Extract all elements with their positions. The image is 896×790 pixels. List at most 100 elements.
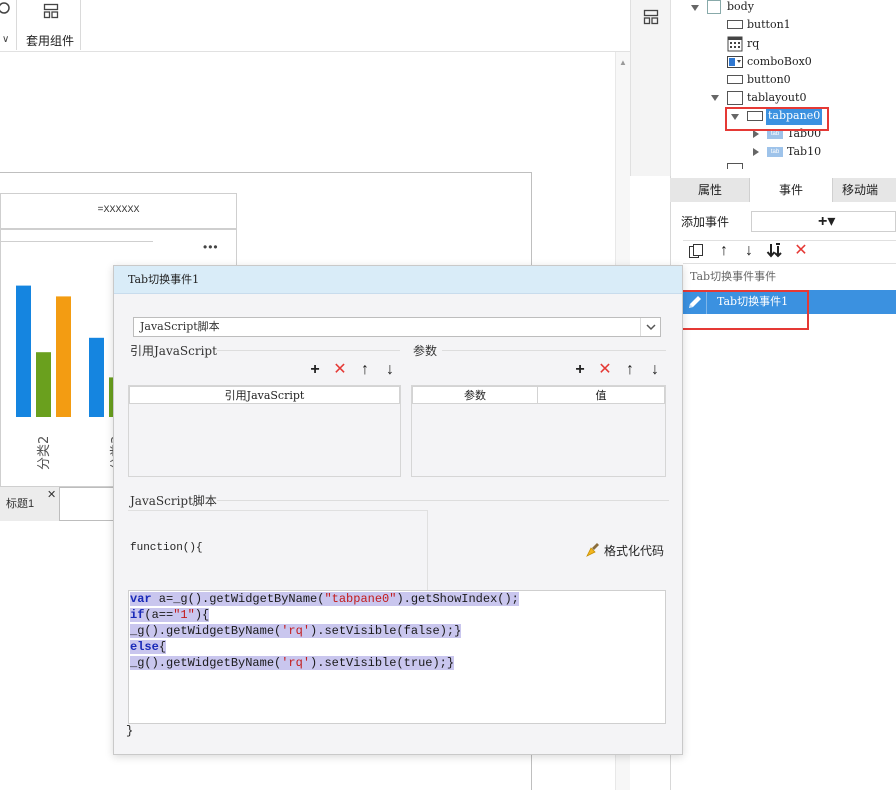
function-header: function(){ (130, 542, 203, 554)
tree-item-tab10[interactable]: Tab10 (787, 143, 821, 161)
params-section-title: 参数 (413, 344, 438, 358)
body-icon (707, 0, 721, 14)
broom-icon[interactable] (585, 542, 601, 561)
delete-event-icon[interactable]: ✕ (792, 242, 810, 260)
code-token: (a== (144, 608, 174, 622)
add-param-icon[interactable]: + (571, 361, 589, 379)
code-token: );} (432, 656, 455, 670)
chevron-down-icon[interactable] (640, 318, 660, 336)
collapse-arrow-icon[interactable] (711, 95, 719, 101)
param-name-column-header: 参数 (412, 386, 538, 404)
code-token: { (158, 640, 167, 654)
toolbar-divider (16, 0, 17, 50)
delete-ref-js-icon[interactable]: ✕ (331, 361, 349, 379)
move-down-icon[interactable]: ↓ (740, 242, 758, 260)
code-token: else (130, 640, 159, 654)
tab-mobile[interactable]: 移动端 (834, 178, 896, 202)
code-token: a=_g().getWidgetByName( (151, 592, 325, 606)
add-ref-js-icon[interactable]: + (306, 361, 324, 379)
highlight-event-item (671, 290, 809, 330)
expand-arrow-icon[interactable] (753, 130, 759, 138)
chevron-down-icon[interactable]: ∨ (2, 34, 9, 45)
script-section-title: JavaScript脚本 (130, 494, 217, 508)
toolbar-partial-icon[interactable] (0, 0, 16, 20)
section-divider (217, 500, 669, 501)
designer-toolbar: ∨ 套用组件 (0, 0, 630, 52)
delete-param-icon[interactable]: ✕ (596, 361, 614, 379)
tree-item-tablayout0[interactable]: tablayout0 (747, 89, 806, 107)
move-down-icon[interactable]: ↓ (646, 361, 664, 379)
tab-properties[interactable]: 属性 (672, 178, 748, 202)
code-line: if(a=="1"){ (130, 607, 210, 623)
code-line: _g().getWidgetByName('rq').setVisible(tr… (130, 655, 455, 671)
tree-item-rq[interactable]: rq (747, 35, 759, 53)
code-token: 'rq' (281, 656, 311, 670)
partial-node-icon (727, 163, 743, 169)
widget-tree-panel: body button1 rq comboBox0 button0 tablay… (670, 0, 896, 176)
code-token: "tabpane0" (324, 592, 397, 606)
close-icon[interactable]: ✕ (47, 488, 56, 501)
code-token: _g().getWidgetByName( (130, 624, 282, 638)
param-value-column-header: 值 (537, 386, 665, 404)
script-type-select[interactable]: JavaScript脚本 (133, 317, 661, 337)
dialog-title: Tab切换事件1 (114, 266, 682, 294)
code-token: ).setVisible( (310, 624, 404, 638)
template-components-icon[interactable] (43, 3, 59, 22)
code-token: if (130, 608, 145, 622)
code-line: else{ (130, 639, 167, 655)
code-token: 'rq' (281, 624, 311, 638)
format-code-button[interactable]: 格式化代码 (604, 542, 664, 559)
code-line: _g().getWidgetByName('rq').setVisible(fa… (130, 623, 462, 639)
move-up-icon[interactable]: ↑ (356, 361, 374, 379)
section-divider (442, 350, 666, 351)
code-token: _g().getWidgetByName( (130, 656, 282, 670)
code-token: true (403, 656, 433, 670)
expand-arrow-icon[interactable] (753, 148, 759, 156)
tab-events[interactable]: 事件 (749, 178, 833, 202)
chart-bar (56, 296, 71, 417)
code-token: ){ (194, 608, 210, 622)
code-token: );} (439, 624, 462, 638)
ref-js-column-header: 引用JavaScript (129, 386, 400, 404)
code-token: ).getShowIndex(); (396, 592, 519, 606)
move-up-icon[interactable]: ↑ (715, 242, 733, 260)
code-token: "1" (173, 608, 195, 622)
move-down-icon[interactable]: ↓ (381, 361, 399, 379)
tree-item-combobox0[interactable]: comboBox0 (747, 53, 812, 71)
code-token: ).setVisible( (310, 656, 404, 670)
toolbar-divider (80, 0, 81, 50)
section-divider (217, 350, 400, 351)
code-token: var (130, 592, 152, 606)
add-icon: +▾ (818, 213, 836, 230)
move-bottom-icon[interactable] (766, 242, 784, 263)
highlight-tabpane0 (725, 107, 829, 131)
move-up-icon[interactable]: ↑ (621, 361, 639, 379)
scroll-up-icon[interactable]: ▲ (619, 58, 627, 67)
code-token: false (403, 624, 440, 638)
panel-dock-strip (630, 0, 670, 176)
chart-bar (36, 352, 51, 417)
event-group-label: Tab切换事件事件 (690, 270, 777, 283)
tree-item-body[interactable]: body (727, 0, 754, 16)
collapse-arrow-icon[interactable] (691, 5, 699, 11)
template-components-label[interactable]: 套用组件 (26, 32, 74, 49)
tree-item-button1[interactable]: button1 (747, 16, 791, 34)
copy-icon[interactable] (688, 243, 704, 262)
tab-title-label: 标题1 (6, 498, 35, 510)
tab-icon: tab (767, 147, 783, 157)
add-event-label: 添加事件 (681, 215, 730, 229)
ref-js-section-title: 引用JavaScript (130, 344, 217, 358)
function-footer: } (126, 724, 134, 738)
combobox-icon (727, 56, 743, 71)
calendar-icon (727, 36, 743, 55)
button-icon (727, 75, 743, 84)
tablayout-icon (727, 91, 743, 105)
button-icon (727, 20, 743, 29)
add-event-dropdown[interactable]: +▾ (751, 211, 896, 232)
category-tick-label: 分类2 (37, 436, 52, 470)
title-cell[interactable]: =XXXXXX (0, 193, 237, 229)
tree-item-button0[interactable]: button0 (747, 71, 791, 89)
chart-bar (16, 285, 31, 417)
layout-icon[interactable] (643, 9, 659, 28)
code-line: var a=_g().getWidgetByName("tabpane0").g… (130, 591, 519, 607)
